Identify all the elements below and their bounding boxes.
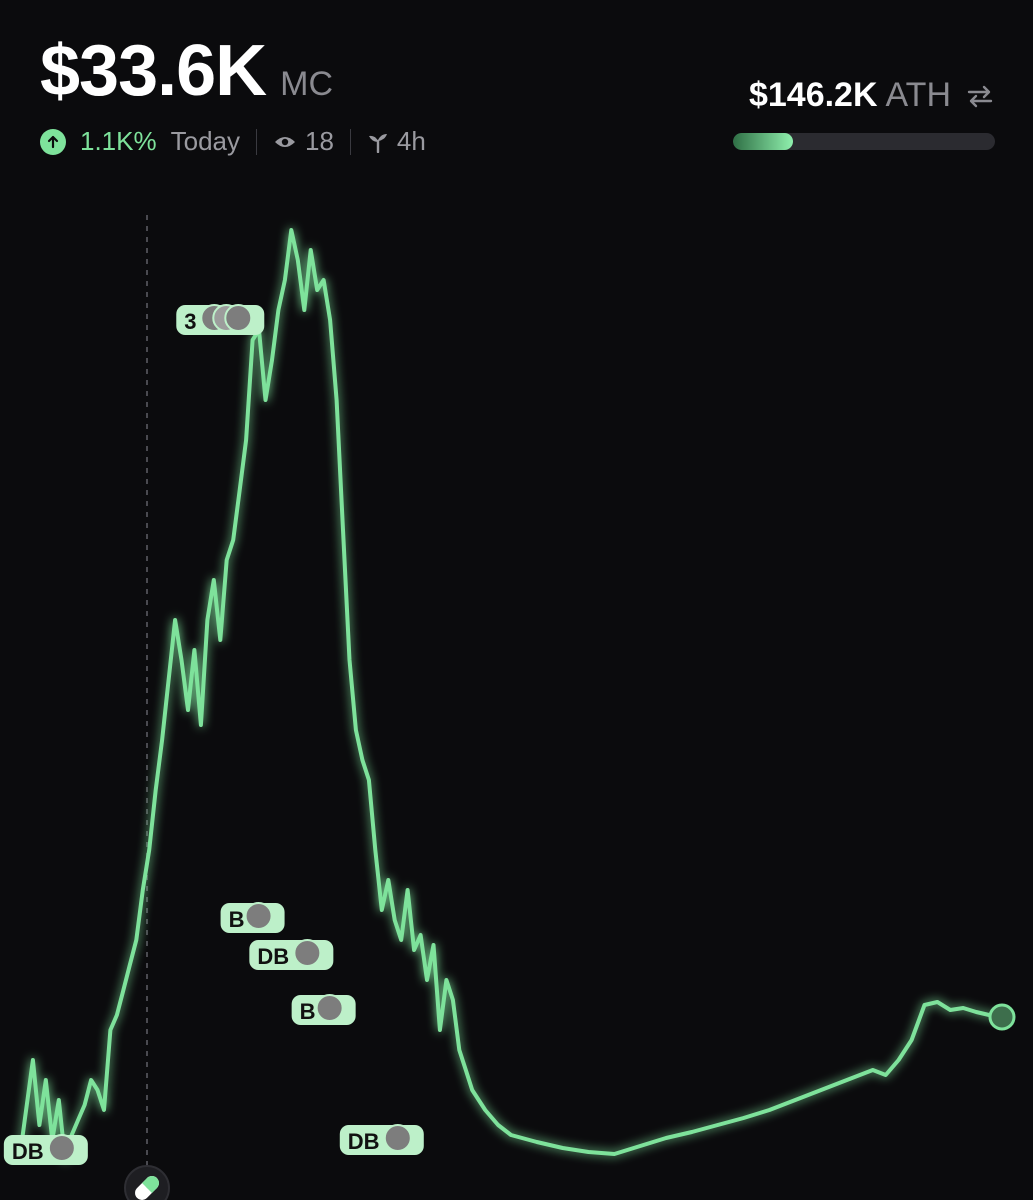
ath-value: $146.2K xyxy=(748,76,878,114)
trade-marker[interactable]: B xyxy=(220,902,285,933)
trade-marker[interactable]: DB xyxy=(339,1124,424,1155)
trade-marker[interactable]: DB xyxy=(3,1134,88,1165)
change-period: Today xyxy=(170,126,240,156)
stats-row: 1.1K% Today 18 4h xyxy=(40,126,426,157)
market-cap-header: $33.6K MC xyxy=(40,30,333,112)
arrow-up-circle-icon xyxy=(40,128,66,155)
sprout-icon xyxy=(367,131,389,153)
trade-marker[interactable]: DB xyxy=(249,939,334,970)
trader-avatar xyxy=(293,939,322,967)
trader-avatar xyxy=(244,902,273,930)
eye-icon xyxy=(273,133,297,151)
trade-marker-label: DB xyxy=(348,1129,380,1154)
ath-progress-bar xyxy=(733,133,995,150)
token-age: 4h xyxy=(396,126,426,156)
price-chart[interactable]: DB 3 B DB B DB xyxy=(0,200,1033,1200)
ath-progress-fill xyxy=(733,133,794,150)
trader-avatar xyxy=(47,1134,76,1162)
ath-display[interactable]: $146.2K ATH xyxy=(749,76,995,115)
trade-marker-label: 3 xyxy=(184,309,196,334)
trade-marker-label: B xyxy=(300,999,316,1024)
trade-marker[interactable]: 3 xyxy=(176,304,265,335)
trader-avatar xyxy=(383,1124,412,1152)
divider xyxy=(349,128,351,155)
market-cap-label: MC xyxy=(280,65,334,103)
pill-icon[interactable] xyxy=(124,1165,170,1200)
trade-marker-label: DB xyxy=(257,944,289,969)
ath-label: ATH xyxy=(885,76,951,114)
trader-avatar xyxy=(315,994,344,1022)
trader-avatar xyxy=(224,304,253,332)
swap-arrows-icon[interactable] xyxy=(965,83,995,109)
trade-marker[interactable]: B xyxy=(291,994,356,1025)
current-price-dot xyxy=(988,1003,1016,1031)
trade-marker-label: B xyxy=(229,907,245,932)
view-count: 18 xyxy=(305,126,334,156)
divider xyxy=(256,128,257,155)
trade-marker-label: DB xyxy=(12,1139,44,1164)
change-percent: 1.1K% xyxy=(80,126,157,156)
market-cap-value: $33.6K xyxy=(40,31,267,111)
price-line xyxy=(18,228,1003,1162)
